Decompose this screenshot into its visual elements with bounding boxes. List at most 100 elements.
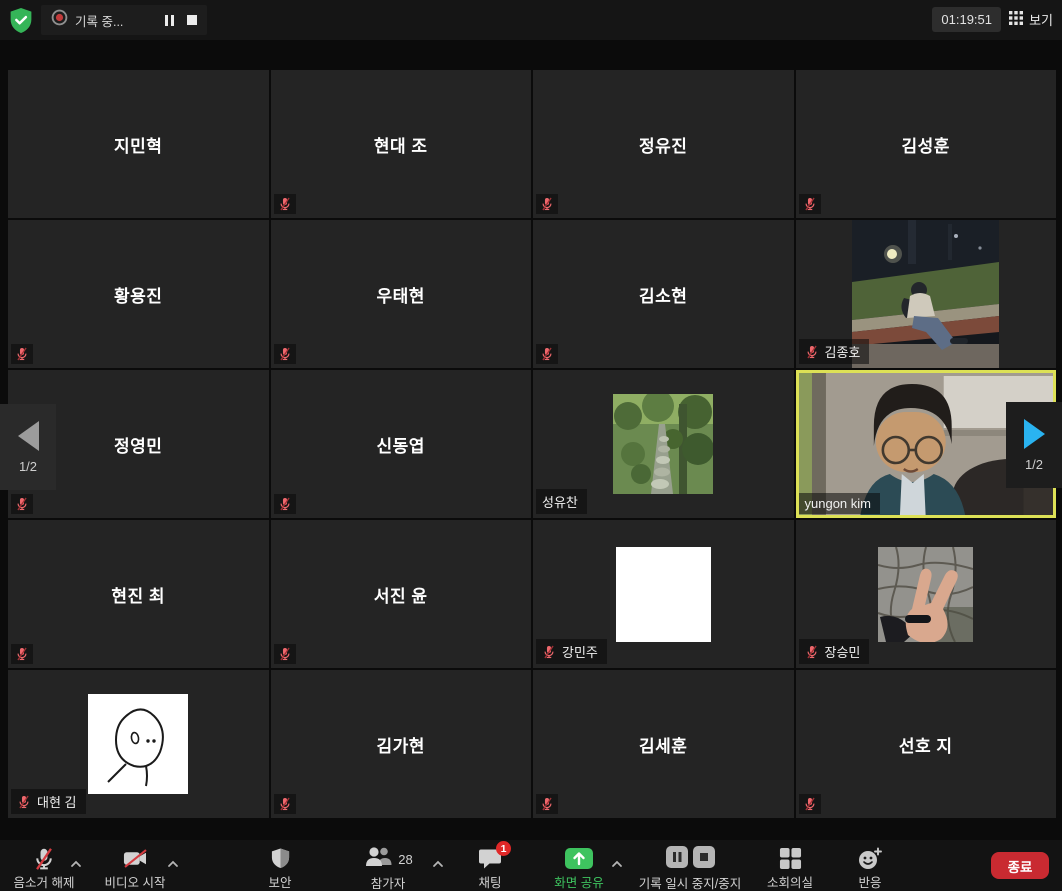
participant-name: 김소현 <box>533 220 794 368</box>
participant-nameplate <box>274 644 296 664</box>
participant-tile[interactable]: 신동엽 <box>271 370 532 518</box>
security-shield-icon[interactable] <box>8 7 34 34</box>
video-grid: 지민혁현대 조 정유진 김성훈 황용진 우태현 김소현 김종호정영민 신동엽 성… <box>8 70 1056 818</box>
muted-mic-icon <box>542 645 556 659</box>
participants-button[interactable]: 28 참가자 <box>350 840 426 891</box>
participant-nameplate <box>274 344 296 364</box>
unmute-label: 음소거 해제 <box>14 872 75 891</box>
participant-nameplate: yungon kim <box>799 493 880 514</box>
video-options-chevron[interactable] <box>167 855 179 873</box>
participant-nameplate <box>536 344 558 364</box>
reactions-button[interactable]: 반응 <box>840 840 900 891</box>
recording-stop-icon[interactable] <box>187 15 197 25</box>
participant-name: 선호 지 <box>796 670 1057 818</box>
participant-nameplate <box>11 494 33 514</box>
next-arrow-icon <box>1024 419 1045 449</box>
chat-icon: 1 <box>478 846 502 871</box>
participant-tile[interactable]: 정유진 <box>533 70 794 218</box>
next-page-button[interactable]: 1/2 <box>1006 402 1062 488</box>
previous-page-button[interactable]: 1/2 <box>0 404 56 490</box>
participant-nameplate <box>799 794 821 814</box>
recording-pause-icon[interactable] <box>165 15 174 26</box>
participant-name: 황용진 <box>8 220 269 368</box>
participant-tile[interactable]: 대현 김 <box>8 670 269 818</box>
reactions-icon <box>857 846 883 871</box>
participant-name: 현진 최 <box>8 520 269 668</box>
start-video-button[interactable]: 비디오 시작 <box>93 840 177 891</box>
chat-label: 채팅 <box>478 872 501 891</box>
record-stop-icon[interactable] <box>693 846 715 873</box>
muted-mic-icon <box>540 197 554 211</box>
participant-nameplate: 강민주 <box>536 639 607 664</box>
security-button[interactable]: 보안 <box>245 840 315 891</box>
view-button[interactable]: 보기 <box>1009 10 1053 29</box>
view-label: 보기 <box>1029 10 1053 29</box>
video-off-icon <box>122 846 149 871</box>
participant-tile[interactable]: 지민혁 <box>8 70 269 218</box>
participant-nameplate: 장승민 <box>799 639 870 664</box>
participants-label: 참가자 <box>371 873 406 891</box>
meeting-timer: 01:19:51 <box>932 7 1001 32</box>
participant-tile[interactable]: 김가현 <box>271 670 532 818</box>
participant-name: 현대 조 <box>271 70 532 218</box>
chat-button[interactable]: 1 채팅 <box>460 840 520 891</box>
participant-nameplate <box>536 194 558 214</box>
participant-nameplate <box>274 794 296 814</box>
participant-nameplate <box>274 194 296 214</box>
page-indicator: 1/2 <box>1025 457 1043 472</box>
participant-tile[interactable]: 김종호 <box>796 220 1057 368</box>
participant-name: 정유진 <box>533 70 794 218</box>
muted-mic-icon <box>278 647 292 661</box>
muted-mic-icon <box>278 797 292 811</box>
participant-nameplate: 김종호 <box>799 339 870 364</box>
participant-name: 김성훈 <box>796 70 1057 218</box>
participant-tile[interactable]: 현진 최 <box>8 520 269 668</box>
meeting-topbar: 기록 중... 01:19:51 보기 <box>0 0 1062 40</box>
muted-mic-icon <box>17 795 31 809</box>
participant-tile[interactable]: 황용진 <box>8 220 269 368</box>
share-screen-button[interactable]: 화면 공유 <box>549 840 609 891</box>
participant-name: 성유찬 <box>542 492 578 511</box>
share-options-chevron[interactable] <box>611 855 623 873</box>
meeting-toolbar: 음소거 해제 비디오 시작 <box>0 840 1062 891</box>
muted-mic-icon <box>805 645 819 659</box>
share-screen-icon <box>564 846 594 871</box>
muted-mic-icon <box>803 197 817 211</box>
participant-name: 김종호 <box>825 342 861 361</box>
participant-nameplate <box>11 344 33 364</box>
participant-tile[interactable]: 서진 윤 <box>271 520 532 668</box>
participant-nameplate: 성유찬 <box>536 489 587 514</box>
participant-name: 지민혁 <box>8 70 269 218</box>
participant-tile[interactable]: 김소현 <box>533 220 794 368</box>
record-pause-icon[interactable] <box>666 846 688 873</box>
participant-name: 신동엽 <box>271 370 532 518</box>
page-indicator: 1/2 <box>19 459 37 474</box>
muted-mic-icon <box>15 347 29 361</box>
muted-mic-icon <box>278 197 292 211</box>
participant-nameplate <box>536 794 558 814</box>
end-meeting-button[interactable]: 종료 <box>991 852 1049 879</box>
muted-mic-icon <box>805 345 819 359</box>
unmute-options-chevron[interactable] <box>70 855 82 873</box>
muted-mic-icon <box>15 497 29 511</box>
record-pause-stop-button[interactable]: 기록 일시 중지/중지 <box>625 840 755 891</box>
muted-mic-icon <box>15 647 29 661</box>
participant-tile[interactable]: 성유찬 <box>533 370 794 518</box>
grid-view-icon <box>1009 11 1023 28</box>
muted-mic-icon <box>278 497 292 511</box>
participant-name: 장승민 <box>825 642 861 661</box>
muted-mic-icon <box>540 797 554 811</box>
participant-name: 대현 김 <box>37 792 77 811</box>
participant-tile[interactable]: 강민주 <box>533 520 794 668</box>
participant-tile[interactable]: 우태현 <box>271 220 532 368</box>
participant-tile[interactable]: 장승민 <box>796 520 1057 668</box>
participant-tile[interactable]: 선호 지 <box>796 670 1057 818</box>
participant-tile[interactable]: 현대 조 <box>271 70 532 218</box>
participant-tile[interactable]: 김세훈 <box>533 670 794 818</box>
participant-nameplate <box>274 494 296 514</box>
participant-tile[interactable]: 김성훈 <box>796 70 1057 218</box>
participants-options-chevron[interactable] <box>432 855 444 873</box>
breakout-rooms-button[interactable]: 소회의실 <box>755 840 825 891</box>
record-label: 기록 일시 중지/중지 <box>639 873 741 891</box>
muted-mic-icon <box>540 347 554 361</box>
